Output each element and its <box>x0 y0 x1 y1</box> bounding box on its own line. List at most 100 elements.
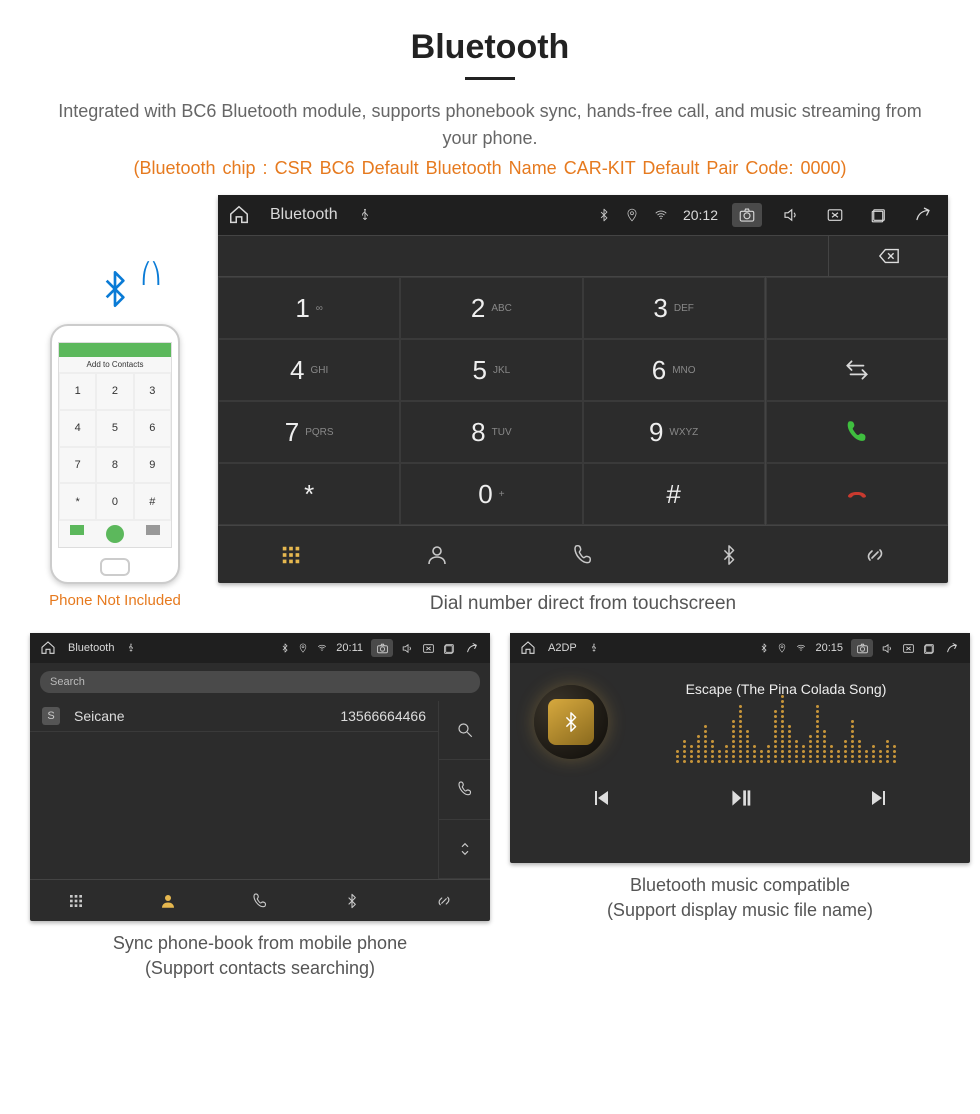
dial-display <box>218 236 828 276</box>
bluetooth-icon <box>597 208 611 222</box>
page-title: Bluetooth <box>0 28 980 67</box>
phone-top-bar <box>59 343 171 357</box>
volume-icon[interactable] <box>401 642 414 655</box>
dial-key-6[interactable]: 6MNO <box>583 339 765 401</box>
clock: 20:11 <box>336 642 363 654</box>
dial-key-3[interactable]: 3DEF <box>583 277 765 339</box>
wifi-icon <box>653 208 669 222</box>
contact-row[interactable]: S Seicane 13566664466 <box>30 701 438 732</box>
phonebook-unit: Bluetooth 20:11 Search <box>30 633 490 921</box>
tab-contacts[interactable] <box>364 526 510 583</box>
phone-key: 7 <box>59 447 96 484</box>
volume-icon[interactable] <box>881 642 894 655</box>
phone-key: 5 <box>96 410 133 447</box>
wifi-icon <box>316 643 328 653</box>
dial-key-7[interactable]: 7PQRS <box>218 401 400 463</box>
phonebook-caption: Sync phone-book from mobile phone (Suppo… <box>30 931 490 981</box>
camera-icon[interactable] <box>851 639 873 657</box>
tab-dialpad[interactable] <box>30 880 122 921</box>
back-icon[interactable] <box>944 642 960 655</box>
dial-key-8[interactable]: 8TUV <box>400 401 582 463</box>
dialer-caption: Dial number direct from touchscreen <box>218 593 948 615</box>
phone-key: 0 <box>96 483 133 520</box>
recent-apps-icon[interactable] <box>864 203 894 227</box>
app-name: A2DP <box>548 642 577 654</box>
phone-mockup-column: ⎛⎞ Add to Contacts 123456789*0# Phone No… <box>30 265 200 609</box>
close-app-icon[interactable] <box>820 203 850 227</box>
back-icon[interactable] <box>464 642 480 655</box>
tab-calllog[interactable] <box>214 880 306 921</box>
home-icon[interactable] <box>520 640 536 656</box>
close-app-icon[interactable] <box>902 642 915 655</box>
phone-key: * <box>59 483 96 520</box>
dial-key-5[interactable]: 5JKL <box>400 339 582 401</box>
close-app-icon[interactable] <box>422 642 435 655</box>
phone-mockup: Add to Contacts 123456789*0# <box>50 324 180 584</box>
empty-cell <box>766 277 948 339</box>
phone-key: 2 <box>96 373 133 410</box>
swap-button[interactable] <box>766 339 948 401</box>
status-bar: Bluetooth 20:11 <box>30 633 490 663</box>
description-text: Integrated with BC6 Bluetooth module, su… <box>0 98 980 152</box>
music-caption: Bluetooth music compatible (Support disp… <box>510 873 970 923</box>
clock: 20:12 <box>683 207 718 223</box>
bluetooth-logo-icon: ⎛⎞ <box>95 265 135 313</box>
recent-apps-icon[interactable] <box>443 642 456 655</box>
phone-key: 9 <box>134 447 171 484</box>
usb-icon <box>126 642 136 654</box>
app-name: Bluetooth <box>68 642 114 654</box>
tab-calllog[interactable] <box>510 526 656 583</box>
dial-key-*[interactable]: * <box>218 463 400 525</box>
camera-icon[interactable] <box>732 203 762 227</box>
recent-apps-icon[interactable] <box>923 642 936 655</box>
signal-waves-icon: ⎛⎞ <box>141 261 161 286</box>
dial-key-0[interactable]: 0+ <box>400 463 582 525</box>
bluetooth-icon <box>759 643 769 653</box>
dial-key-4[interactable]: 4GHI <box>218 339 400 401</box>
phone-key: 6 <box>134 410 171 447</box>
phone-key: 4 <box>59 410 96 447</box>
phone-sms-icon <box>70 525 84 535</box>
hangup-button[interactable] <box>766 463 948 525</box>
dial-key-#[interactable]: # <box>583 463 765 525</box>
side-search-button[interactable] <box>439 701 490 760</box>
location-icon <box>777 643 787 653</box>
phone-caption: Phone Not Included <box>30 592 200 609</box>
phone-call-icon <box>106 525 124 543</box>
tab-pair[interactable] <box>398 880 490 921</box>
camera-icon[interactable] <box>371 639 393 657</box>
play-pause-button[interactable] <box>726 785 754 811</box>
song-title: Escape (The Pina Colada Song) <box>626 681 946 697</box>
tab-bluetooth[interactable] <box>656 526 802 583</box>
tab-pair[interactable] <box>802 526 948 583</box>
tab-dialpad[interactable] <box>218 526 364 583</box>
search-placeholder: Search <box>50 676 85 688</box>
home-icon[interactable] <box>40 640 56 656</box>
side-call-button[interactable] <box>439 760 490 819</box>
tab-bluetooth[interactable] <box>306 880 398 921</box>
contact-number: 13566664466 <box>340 708 426 724</box>
side-sort-button[interactable] <box>439 820 490 879</box>
contact-name: Seicane <box>74 708 326 724</box>
phone-home-button <box>100 558 130 576</box>
title-underline <box>465 77 515 80</box>
back-icon[interactable] <box>908 203 938 227</box>
home-icon[interactable] <box>228 204 250 226</box>
next-track-button[interactable] <box>866 786 890 810</box>
dial-key-9[interactable]: 9WXYZ <box>583 401 765 463</box>
app-name: Bluetooth <box>270 206 338 224</box>
status-bar: A2DP 20:15 <box>510 633 970 663</box>
dial-key-1[interactable]: 1∞ <box>218 277 400 339</box>
phone-vm-icon <box>146 525 160 535</box>
tab-contacts[interactable] <box>122 880 214 921</box>
location-icon <box>625 208 639 222</box>
volume-icon[interactable] <box>776 203 806 227</box>
call-button[interactable] <box>766 401 948 463</box>
phone-key: 3 <box>134 373 171 410</box>
search-input[interactable]: Search <box>40 671 480 693</box>
backspace-button[interactable] <box>828 236 948 276</box>
location-icon <box>298 643 308 653</box>
status-bar: Bluetooth 20:12 <box>218 195 948 235</box>
prev-track-button[interactable] <box>590 786 614 810</box>
dial-key-2[interactable]: 2ABC <box>400 277 582 339</box>
